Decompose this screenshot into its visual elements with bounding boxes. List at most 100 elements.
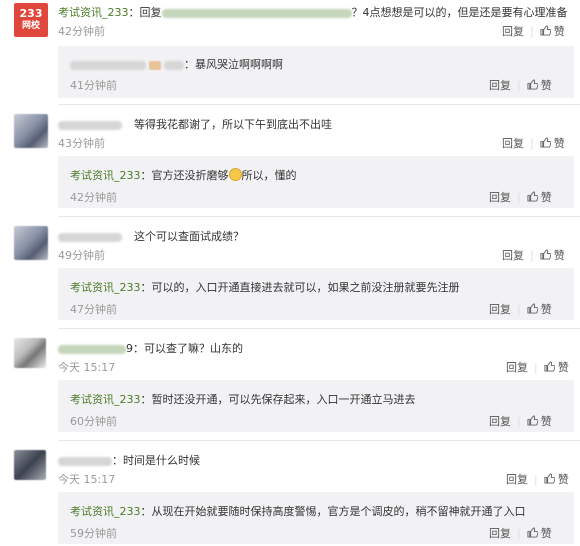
like-button[interactable]: 赞 bbox=[544, 473, 569, 486]
like-label: 赞 bbox=[557, 361, 569, 374]
comment-time: 49分钟前 bbox=[58, 249, 105, 262]
comment-actions: 回复 | 赞 bbox=[506, 473, 569, 486]
username-link[interactable]: 考试资讯_233 bbox=[70, 281, 141, 294]
reply-actions: 回复 | 赞 bbox=[489, 415, 552, 428]
username-link[interactable]: 考试资讯_233 bbox=[70, 393, 141, 406]
like-label: 赞 bbox=[553, 25, 565, 38]
reply-text-line: 考试资讯_233：官方还没折磨够 所以，懂的 bbox=[70, 167, 297, 183]
thumbs-up-icon bbox=[527, 303, 538, 314]
reply-text: ：从现在开始就要随时保持高度警惕，官方是个调皮的，稍不留神就开通了入口 bbox=[140, 505, 526, 518]
comment-text: 9：可以查了嘛？山东的 bbox=[126, 342, 243, 355]
reply-time: 42分钟前 bbox=[70, 191, 117, 204]
avatar[interactable] bbox=[14, 226, 48, 260]
reply-actions: 回复 | 赞 bbox=[489, 79, 552, 92]
blurred-username bbox=[58, 344, 126, 354]
like-label: 赞 bbox=[540, 415, 552, 428]
reply-button[interactable]: 回复 bbox=[506, 473, 528, 486]
reply-text: ：官方还没折磨够 bbox=[140, 169, 229, 182]
divider bbox=[58, 328, 580, 329]
like-label: 赞 bbox=[540, 303, 552, 316]
reply-button[interactable]: 回复 bbox=[489, 191, 511, 204]
avatar[interactable] bbox=[14, 114, 48, 148]
comment-actions: 回复 | 赞 bbox=[502, 249, 565, 262]
reply-box: ：暴风哭泣啊啊啊啊 41分钟前 回复 | 赞 bbox=[58, 46, 574, 98]
comment-text: 等得我花都谢了，所以下午到底出不出哇 bbox=[134, 118, 332, 131]
like-label: 赞 bbox=[540, 79, 552, 92]
reply-box: 考试资讯_233：官方还没折磨够 所以，懂的 42分钟前 回复 | 赞 bbox=[58, 156, 574, 208]
reply-button[interactable]: 回复 bbox=[502, 137, 524, 150]
username-link[interactable]: 考试资讯_233 bbox=[70, 505, 141, 518]
reply-text: ：可以的，入口开通直接进去就可以，如果之前没注册就要先注册 bbox=[140, 281, 460, 294]
like-label: 赞 bbox=[553, 249, 565, 262]
blurred-username-part bbox=[164, 60, 184, 70]
thumbs-up-icon bbox=[527, 527, 538, 538]
reply-button[interactable]: 回复 bbox=[489, 527, 511, 540]
blurred-username bbox=[58, 232, 122, 242]
blurred-badge bbox=[149, 60, 161, 70]
reply-text: ：暂时还没开通，可以先保存起来，入口一开通立马进去 bbox=[140, 393, 416, 406]
avatar-logo-text: 233 bbox=[19, 7, 43, 20]
comment-actions: 回复 | 赞 bbox=[506, 361, 569, 374]
reply-button[interactable]: 回复 bbox=[506, 361, 528, 374]
blurred-username bbox=[58, 120, 122, 130]
comment-time: 今天 15:17 bbox=[58, 473, 116, 486]
comment-time: 今天 15:17 bbox=[58, 361, 116, 374]
reply-box: 考试资讯_233：暂时还没开通，可以先保存起来，入口一开通立马进去 60分钟前 … bbox=[58, 380, 574, 432]
reply-text: ：暴风哭泣啊啊啊啊 bbox=[184, 58, 283, 71]
reply-actions: 回复 | 赞 bbox=[489, 191, 552, 204]
thumbs-up-icon bbox=[540, 137, 551, 148]
like-label: 赞 bbox=[553, 137, 565, 150]
like-button[interactable]: 赞 bbox=[527, 415, 552, 428]
like-button[interactable]: 赞 bbox=[527, 527, 552, 540]
like-button[interactable]: 赞 bbox=[540, 137, 565, 150]
avatar[interactable] bbox=[14, 450, 46, 480]
blurred-username bbox=[70, 60, 146, 70]
reply-text-line: 考试资讯_233：暂时还没开通，可以先保存起来，入口一开通立马进去 bbox=[70, 391, 416, 407]
thumbs-up-icon bbox=[527, 191, 538, 202]
thumbs-up-icon bbox=[527, 415, 538, 426]
reply-box: 考试资讯_233：可以的，入口开通直接进去就可以，如果之前没注册就要先注册 47… bbox=[58, 268, 574, 320]
reply-time: 41分钟前 bbox=[70, 79, 117, 92]
reply-button[interactable]: 回复 bbox=[489, 303, 511, 316]
like-label: 赞 bbox=[540, 527, 552, 540]
comment-time: 42分钟前 bbox=[58, 25, 105, 38]
smiley-icon bbox=[228, 168, 242, 181]
avatar[interactable] bbox=[14, 338, 46, 368]
like-label: 赞 bbox=[540, 191, 552, 204]
comment-text: ？4点想想是可以的，但是还是要有心理准备 bbox=[351, 6, 568, 19]
like-button[interactable]: 赞 bbox=[540, 25, 565, 38]
divider bbox=[58, 440, 580, 441]
like-button[interactable]: 赞 bbox=[544, 361, 569, 374]
blurred-username bbox=[58, 456, 112, 466]
blurred-mention bbox=[161, 8, 352, 18]
reply-button[interactable]: 回复 bbox=[489, 79, 511, 92]
reply-button[interactable]: 回复 bbox=[502, 249, 524, 262]
reply-text-line: 考试资讯_233：可以的，入口开通直接进去就可以，如果之前没注册就要先注册 bbox=[70, 279, 460, 295]
comment-text: ：时间是什么时候 bbox=[112, 454, 200, 467]
thumbs-up-icon bbox=[544, 361, 555, 372]
reply-time: 47分钟前 bbox=[70, 303, 117, 316]
username-link[interactable]: 考试资讯_233 bbox=[70, 169, 141, 182]
reply-text-end: 所以，懂的 bbox=[241, 169, 297, 182]
like-button[interactable]: 赞 bbox=[527, 191, 552, 204]
like-button[interactable]: 赞 bbox=[540, 249, 565, 262]
username-link[interactable]: 考试资讯_233 bbox=[58, 6, 129, 19]
comment-actions: 回复 | 赞 bbox=[502, 137, 565, 150]
avatar-logo-subtext: 网校 bbox=[21, 21, 40, 31]
divider bbox=[58, 216, 580, 217]
avatar[interactable]: 233 网校 bbox=[14, 3, 48, 37]
reply-time: 59分钟前 bbox=[70, 527, 117, 540]
comment-actions: 回复 | 赞 bbox=[502, 25, 565, 38]
reply-box: 考试资讯_233：从现在开始就要随时保持高度警惕，官方是个调皮的，稍不留神就开通… bbox=[58, 492, 574, 544]
reply-text-line: ：暴风哭泣啊啊啊啊 bbox=[70, 56, 283, 72]
reply-button[interactable]: 回复 bbox=[502, 25, 524, 38]
comment-time: 43分钟前 bbox=[58, 137, 105, 150]
like-button[interactable]: 赞 bbox=[527, 303, 552, 316]
comment-text: 这个可以查面试成绩？ bbox=[134, 230, 244, 243]
like-button[interactable]: 赞 bbox=[527, 79, 552, 92]
reply-button[interactable]: 回复 bbox=[489, 415, 511, 428]
comment-text-line: 考试资讯_233：回复 ？4点想想是可以的，但是还是要有心理准备 bbox=[58, 4, 568, 20]
reply-actions: 回复 | 赞 bbox=[489, 527, 552, 540]
like-label: 赞 bbox=[557, 473, 569, 486]
thumbs-up-icon bbox=[540, 25, 551, 36]
